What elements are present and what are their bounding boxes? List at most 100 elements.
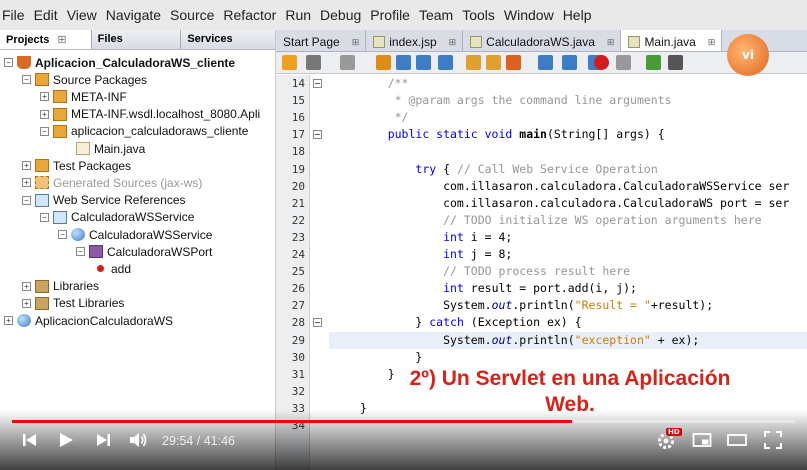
- code-token: +result);: [650, 298, 714, 313]
- fold-toggle-icon[interactable]: −: [313, 79, 322, 88]
- tree-node[interactable]: + Libraries: [22, 278, 99, 295]
- menu-item-window[interactable]: Window: [504, 7, 554, 23]
- menu-item-help[interactable]: Help: [563, 7, 592, 23]
- expand-toggle-icon[interactable]: −: [58, 230, 67, 239]
- expand-toggle-icon[interactable]: −: [22, 75, 31, 85]
- close-icon[interactable]: ⊞: [449, 37, 457, 48]
- menu-item-debug[interactable]: Debug: [320, 7, 361, 23]
- tree-node[interactable]: add: [94, 260, 131, 277]
- tree-node[interactable]: + AplicacionCalculadoraWS: [4, 312, 173, 329]
- toggle-bookmark-icon[interactable]: [282, 55, 297, 70]
- shift-left-icon[interactable]: [538, 55, 553, 70]
- expand-toggle-icon[interactable]: +: [4, 316, 13, 325]
- tree-node[interactable]: − Source Packages: [22, 71, 147, 88]
- tree-node[interactable]: − CalculadoraWSService: [40, 209, 194, 226]
- progress-bar[interactable]: [12, 420, 795, 423]
- toggle-highlight-icon[interactable]: [438, 55, 453, 70]
- projects-panel: Projects ⊞ Files Services − Aplicacion_Cal…: [0, 30, 276, 470]
- tree-node[interactable]: + Generated Sources (jax-ws): [22, 174, 202, 191]
- code-token: main: [519, 127, 547, 142]
- line-number: 24: [291, 248, 305, 261]
- find-icon[interactable]: [376, 55, 391, 70]
- menu-item-profile[interactable]: Profile: [370, 7, 410, 23]
- previous-bookmark-icon[interactable]: [466, 55, 481, 70]
- expand-toggle-icon[interactable]: +: [22, 298, 31, 308]
- expand-toggle-icon[interactable]: +: [40, 92, 49, 102]
- editor-tab[interactable]: Main.java ⊞: [621, 30, 723, 51]
- play-icon[interactable]: [56, 430, 76, 450]
- tree-node[interactable]: − aplicacion_calculadoraws_cliente: [40, 123, 248, 140]
- jar-icon: [35, 296, 49, 310]
- menu-item-tools[interactable]: Tools: [462, 7, 495, 23]
- tree-node[interactable]: − CalculadoraWSPort: [76, 243, 212, 260]
- next-bookmark-icon[interactable]: [486, 55, 501, 70]
- close-icon[interactable]: ⊞: [57, 34, 66, 46]
- back-icon[interactable]: [306, 55, 321, 70]
- code-line: // TODO initialize WS operation argument…: [360, 213, 762, 227]
- code-token: int: [443, 229, 464, 244]
- expand-toggle-icon[interactable]: +: [22, 281, 31, 291]
- line-number: 17: [291, 128, 305, 142]
- panel-tabs: Projects ⊞ Files Services: [0, 30, 275, 50]
- forward-icon[interactable]: [340, 55, 355, 70]
- uncomment-icon[interactable]: [668, 55, 683, 70]
- miniplayer-icon[interactable]: [692, 430, 712, 450]
- theater-mode-icon[interactable]: [727, 430, 747, 450]
- line-number: 25: [291, 265, 305, 279]
- tree-node[interactable]: − CalculadoraWSService: [58, 226, 212, 243]
- tree-node[interactable]: Main.java: [76, 140, 145, 157]
- code-line: */: [360, 110, 409, 124]
- editor-tab[interactable]: CalculadoraWS.java ⊞: [463, 30, 622, 51]
- menu-item-refactor[interactable]: Refactor: [223, 7, 276, 23]
- close-icon[interactable]: ⊞: [607, 37, 615, 48]
- menu-item-file[interactable]: File: [2, 7, 25, 23]
- find-next-icon[interactable]: [416, 55, 431, 70]
- toggle-bookmark-icon[interactable]: [506, 55, 521, 70]
- editor-tab[interactable]: index.jsp ⊞: [366, 30, 464, 51]
- line-number: 27: [291, 299, 305, 313]
- editor-tab[interactable]: Start Page ⊞: [276, 30, 367, 51]
- tree-node[interactable]: + META-INF.wsdl.localhost_8080.Apli: [40, 106, 260, 123]
- expand-toggle-icon[interactable]: −: [22, 195, 31, 205]
- shift-right-icon[interactable]: [562, 55, 577, 70]
- tab-files[interactable]: Files: [92, 30, 182, 49]
- menu-item-team[interactable]: Team: [419, 7, 453, 23]
- expand-toggle-icon[interactable]: −: [4, 58, 13, 67]
- expand-toggle-icon[interactable]: −: [76, 247, 85, 257]
- tree-node-label: Web Service References: [53, 193, 186, 208]
- tree-node[interactable]: − Aplicacion_CalculadoraWS_cliente: [4, 54, 235, 71]
- test-icon[interactable]: [646, 55, 661, 70]
- expand-toggle-icon[interactable]: +: [22, 161, 31, 171]
- time-display: 29:54 / 41:46: [162, 434, 235, 448]
- menu-item-view[interactable]: View: [67, 7, 97, 23]
- tree-node[interactable]: + META-INF: [40, 88, 127, 105]
- close-icon[interactable]: ⊞: [352, 37, 360, 48]
- expand-toggle-icon[interactable]: +: [22, 178, 31, 188]
- stop-macro-icon[interactable]: [616, 55, 631, 70]
- fold-toggle-icon[interactable]: −: [313, 318, 322, 328]
- expand-toggle-icon[interactable]: +: [40, 109, 49, 119]
- expand-toggle-icon[interactable]: −: [40, 212, 49, 222]
- menu-item-edit[interactable]: Edit: [34, 7, 58, 23]
- menu-item-run[interactable]: Run: [285, 7, 311, 23]
- fullscreen-icon[interactable]: [763, 430, 783, 450]
- tab-services[interactable]: Services: [181, 30, 275, 49]
- menu-item-navigate[interactable]: Navigate: [106, 7, 161, 23]
- volume-icon[interactable]: [128, 430, 148, 450]
- find-previous-icon[interactable]: [396, 55, 411, 70]
- code-line: int i = 4;: [360, 230, 512, 244]
- menu-item-source[interactable]: Source: [170, 7, 214, 23]
- tab-projects[interactable]: Projects ⊞: [0, 30, 92, 49]
- close-icon[interactable]: ⊞: [708, 37, 716, 48]
- previous-icon[interactable]: [20, 430, 40, 450]
- fold-toggle-icon[interactable]: −: [313, 130, 322, 140]
- tree-node[interactable]: + Test Packages: [22, 157, 131, 174]
- line-number: 16: [291, 111, 305, 125]
- tree-node[interactable]: − Web Service References: [22, 192, 186, 209]
- next-icon[interactable]: [93, 430, 113, 450]
- tree-node[interactable]: + Test Libraries: [22, 295, 124, 312]
- start-macro-icon[interactable]: [594, 55, 609, 70]
- expand-toggle-icon[interactable]: −: [40, 126, 49, 136]
